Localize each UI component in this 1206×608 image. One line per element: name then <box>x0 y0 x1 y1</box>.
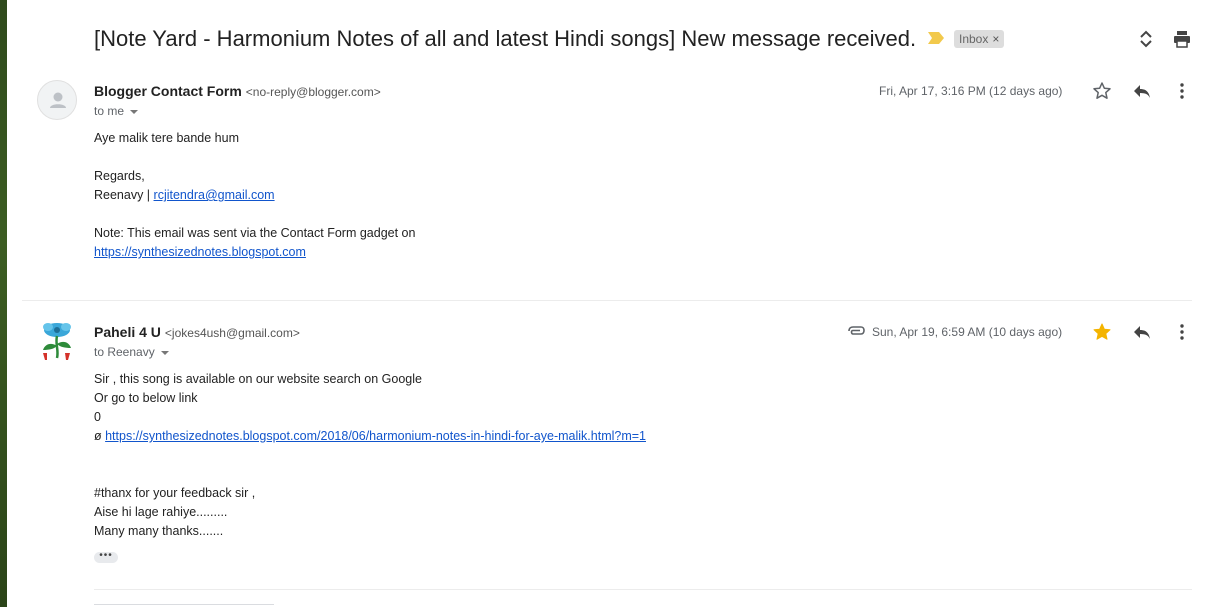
more-options-icon[interactable] <box>1172 322 1192 342</box>
sender-line: Paheli 4 U <jokes4ush@gmail.com> <box>94 323 300 342</box>
person-icon <box>50 92 66 108</box>
expand-all-icon[interactable] <box>1136 29 1156 49</box>
importance-marker-icon[interactable] <box>928 32 944 44</box>
recipient-line[interactable]: to Reenavy <box>94 344 169 360</box>
reply-box-edge <box>94 604 274 608</box>
sender-email: <no-reply@blogger.com> <box>245 85 381 99</box>
website-link[interactable]: https://synthesizednotes.blogspot.com <box>94 245 306 259</box>
remove-label-icon[interactable]: × <box>992 32 999 46</box>
reply-icon[interactable] <box>1132 81 1152 101</box>
show-trimmed-content-button[interactable]: ••• <box>94 551 118 563</box>
sender-line: Blogger Contact Form <no-reply@blogger.co… <box>94 82 381 101</box>
body-text-prefix: Reenavy | <box>94 188 154 202</box>
message-divider <box>94 589 1192 590</box>
flower-logo-icon <box>43 323 71 360</box>
body-line: Note: This email was sent via the Contac… <box>94 226 416 240</box>
sender-avatar[interactable] <box>37 80 77 120</box>
sender-email: <jokes4ush@gmail.com> <box>164 326 300 340</box>
left-edge-bar <box>0 0 7 607</box>
message-date: Sun, Apr 19, 6:59 AM (10 days ago) <box>872 325 1063 339</box>
body-line: Or go to below link <box>94 391 198 405</box>
attachment-icon <box>848 326 865 335</box>
inbox-label-chip[interactable]: Inbox × <box>954 30 1005 48</box>
body-line: Aye malik tere bande hum <box>94 131 239 145</box>
recipient-line[interactable]: to me <box>94 103 139 119</box>
message-body: Aye malik tere bande hum Regards, Reenav… <box>94 129 415 262</box>
starred-icon[interactable] <box>1092 322 1112 342</box>
recipient-text: to Reenavy <box>94 345 155 359</box>
body-line: Sir , this song is available on our webs… <box>94 372 422 386</box>
recipient-text: to me <box>94 104 125 118</box>
body-line: Many many thanks....... <box>94 524 224 538</box>
show-details-icon[interactable] <box>130 109 139 114</box>
body-line: Reenavy | rcjitendra@gmail.com <box>94 186 415 205</box>
body-text-prefix: ø <box>94 429 106 443</box>
body-line: 0 <box>94 410 101 424</box>
sender-avatar[interactable] <box>37 320 77 360</box>
show-details-icon[interactable] <box>160 350 169 355</box>
more-options-icon[interactable] <box>1172 81 1192 101</box>
body-line: https://synthesizednotes.blogspot.com <box>94 243 415 262</box>
star-icon[interactable] <box>1092 81 1112 101</box>
inbox-label-text: Inbox <box>959 32 989 46</box>
sender-name[interactable]: Paheli 4 U <box>94 324 161 340</box>
sender-name[interactable]: Blogger Contact Form <box>94 83 242 99</box>
message-date: Fri, Apr 17, 3:16 PM (12 days ago) <box>879 84 1063 98</box>
email-link[interactable]: rcjitendra@gmail.com <box>154 188 275 202</box>
message-divider <box>22 300 1192 301</box>
email-subject: [Note Yard - Harmonium Notes of all and … <box>94 26 917 51</box>
body-line: Regards, <box>94 169 145 183</box>
subject-row: [Note Yard - Harmonium Notes of all and … <box>94 26 1194 54</box>
print-icon[interactable] <box>1172 29 1192 49</box>
body-line: ø https://synthesizednotes.blogspot.com/… <box>94 427 646 446</box>
body-line: #thanx for your feedback sir , <box>94 486 256 500</box>
message-body: Sir , this song is available on our webs… <box>94 370 646 541</box>
song-page-link[interactable]: https://synthesizednotes.blogspot.com/20… <box>105 429 646 443</box>
body-line: Aise hi lage rahiye......... <box>94 505 228 519</box>
reply-icon[interactable] <box>1132 322 1152 342</box>
